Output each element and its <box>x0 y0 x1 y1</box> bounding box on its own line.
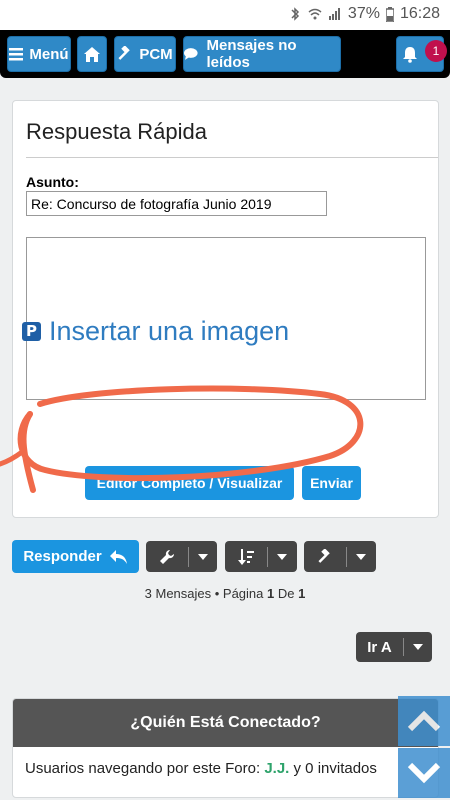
subject-label: Asunto: <box>26 174 79 190</box>
divider <box>26 157 438 158</box>
reply-arrow-icon <box>109 549 127 564</box>
sort-icon <box>238 548 254 565</box>
hamburger-icon <box>9 47 24 60</box>
scroll-up-button[interactable] <box>398 696 450 746</box>
tools-dropdown[interactable] <box>146 541 217 572</box>
menu-button[interactable]: Menú <box>7 36 71 72</box>
send-button[interactable]: Enviar <box>302 466 361 500</box>
pcm-button[interactable]: PCM <box>114 36 176 72</box>
messages-count-text: 3 Mensajes • Página <box>144 586 268 601</box>
online-text-before: Usuarios navegando por este Foro: <box>25 760 265 777</box>
bell-icon <box>403 46 417 63</box>
reply-button[interactable]: Responder <box>12 540 139 573</box>
whos-online-body: Usuarios navegando por este Foro: J.J. y… <box>13 747 438 790</box>
goto-dropdown[interactable]: Ir A <box>356 632 432 662</box>
clock-time: 16:28 <box>399 5 440 22</box>
pcm-label: PCM <box>139 45 173 63</box>
subject-input[interactable] <box>26 191 327 216</box>
chevron-down-icon <box>407 762 441 784</box>
moderation-dropdown[interactable] <box>304 541 376 572</box>
scroll-down-button[interactable] <box>398 748 450 798</box>
status-icons: 37% 16:28 <box>288 5 440 23</box>
online-user-link[interactable]: J.J. <box>264 760 289 777</box>
reply-label: Responder <box>23 548 102 565</box>
chevron-down-icon <box>277 553 287 560</box>
whos-online-title: ¿Quién Está Conectado? <box>13 699 438 747</box>
chevron-down-icon <box>413 644 423 650</box>
battery-percent: 37% <box>347 5 380 22</box>
menu-label: Menú <box>29 45 69 63</box>
unread-messages-label: Mensajes no leídos <box>206 37 297 71</box>
notification-badge: 1 <box>425 40 447 62</box>
goto-label: Ir A <box>367 638 392 656</box>
pagination-info: 3 Mensajes • Página 1 De 1 <box>0 586 450 601</box>
quick-reply-title: Respuesta Rápida <box>26 119 208 144</box>
gavel-icon <box>118 46 131 60</box>
chevron-down-icon <box>198 553 208 560</box>
of-text: De <box>274 586 299 601</box>
home-icon <box>84 46 100 62</box>
gavel-icon <box>318 548 330 563</box>
battery-icon <box>385 6 394 22</box>
chevron-up-icon <box>407 710 441 732</box>
comments-icon <box>184 48 198 60</box>
whos-online-panel: ¿Quién Está Conectado? Usuarios navegand… <box>12 698 439 798</box>
home-button[interactable] <box>77 36 107 72</box>
postimage-icon <box>22 322 41 341</box>
status-bar: 37% 16:28 <box>0 0 450 30</box>
full-editor-button[interactable]: Editor Completo / Visualizar <box>85 466 294 500</box>
total-pages: 1 <box>298 586 306 601</box>
quick-reply-panel: Respuesta Rápida Asunto: <box>12 100 439 518</box>
chevron-down-icon <box>356 553 366 560</box>
wifi-icon <box>308 8 322 20</box>
bluetooth-icon <box>291 7 299 21</box>
online-text-after: y 0 invitados <box>289 760 377 777</box>
sort-dropdown[interactable] <box>225 541 297 572</box>
wrench-icon <box>160 549 175 564</box>
insert-image-label: Insertar una imagen <box>49 316 290 346</box>
top-nav: Menú PCM Mensajes no leídos <box>0 30 450 78</box>
signal-icon <box>328 8 340 20</box>
unread-messages-button[interactable]: Mensajes no leídos <box>183 36 341 72</box>
insert-image-link[interactable]: Insertar una imagen <box>22 316 289 347</box>
